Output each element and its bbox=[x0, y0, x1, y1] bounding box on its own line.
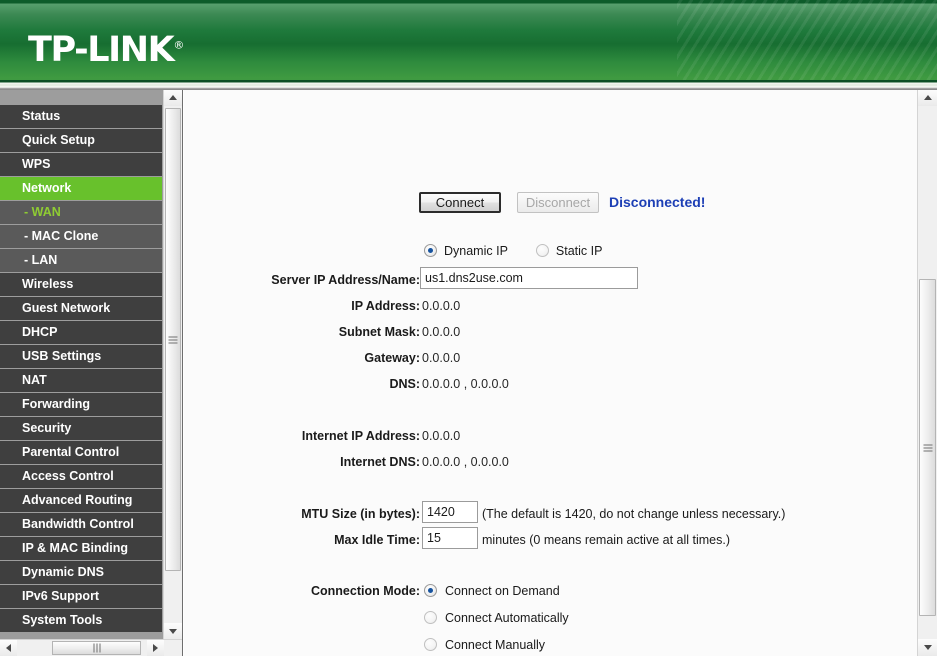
sidebar-top-spacer bbox=[0, 89, 162, 105]
content-vertical-scrollbar[interactable] bbox=[917, 89, 937, 656]
sidebar-item-wan[interactable]: - WAN bbox=[0, 201, 162, 225]
radio-connect-on-demand[interactable] bbox=[424, 584, 437, 597]
sidebar-scroll-up-arrow-icon[interactable] bbox=[164, 89, 182, 106]
mtu-size-input[interactable] bbox=[422, 501, 478, 523]
ip-address-value: 0.0.0.0 bbox=[422, 299, 461, 313]
sidebar-horizontal-scrollbar[interactable] bbox=[0, 639, 182, 656]
sidebar-item-nat[interactable]: NAT bbox=[0, 369, 162, 393]
connection-mode-option-2: Connect Manually bbox=[424, 638, 545, 652]
internet-dns-label: Internet DNS: bbox=[340, 455, 420, 469]
sidebar-item-mac-clone[interactable]: - MAC Clone bbox=[0, 225, 162, 249]
sidebar-item-lan[interactable]: - LAN bbox=[0, 249, 162, 273]
internet-ip-value: 0.0.0.0 bbox=[422, 429, 461, 443]
sidebar-scroll-down-arrow-icon[interactable] bbox=[164, 623, 182, 640]
subnet-mask-label: Subnet Mask: bbox=[338, 325, 420, 339]
radio-connect-manually-label: Connect Manually bbox=[445, 638, 546, 652]
content-scroll-grip-icon bbox=[923, 444, 932, 451]
connection-mode-option-0: Connect on Demand bbox=[424, 584, 560, 598]
sidebar-nav: Status Quick Setup WPS Network - WAN - MAC Cl… bbox=[0, 89, 183, 656]
connection-mode-label: Connection Mode: bbox=[310, 584, 420, 598]
radio-dynamic-ip-label: Dynamic IP bbox=[444, 244, 508, 258]
radio-connect-on-demand-label: Connect on Demand bbox=[445, 584, 560, 598]
internet-dns-value: 0.0.0.0 , 0.0.0.0 bbox=[422, 455, 509, 469]
disconnect-button: Disconnect bbox=[517, 192, 599, 213]
server-ip-label: Server IP Address/Name: bbox=[271, 273, 420, 287]
sidebar-menu-list: Status Quick Setup WPS Network - WAN - MAC Cl… bbox=[0, 105, 162, 633]
radio-connect-manually[interactable] bbox=[424, 638, 437, 651]
sidebar-item-status[interactable]: Status bbox=[0, 105, 162, 129]
sidebar-item-quick-setup[interactable]: Quick Setup bbox=[0, 129, 162, 153]
connection-status-text: Disconnected! bbox=[609, 194, 706, 210]
sidebar-item-advanced-routing[interactable]: Advanced Routing bbox=[0, 489, 162, 513]
max-idle-time-input[interactable] bbox=[422, 527, 478, 549]
gateway-label: Gateway: bbox=[364, 351, 420, 365]
sidebar-item-usb-settings[interactable]: USB Settings bbox=[0, 345, 162, 369]
main-content-frame: Connect Disconnect Disconnected! Dynamic… bbox=[184, 89, 937, 656]
sidebar-scroll-left-arrow-icon[interactable] bbox=[0, 640, 17, 656]
dns-label: DNS: bbox=[389, 377, 420, 391]
router-admin-page: TP-LINK® Status Quick Setup WPS Network - WA… bbox=[0, 0, 937, 656]
radio-dynamic-ip[interactable] bbox=[424, 244, 437, 257]
radio-static-ip-label: Static IP bbox=[555, 244, 603, 258]
ip-address-label: IP Address: bbox=[351, 299, 420, 313]
wan-settings-panel: Connect Disconnect Disconnected! Dynamic… bbox=[184, 89, 917, 656]
tplink-logo: TP-LINK® bbox=[28, 33, 184, 68]
internet-ip-label: Internet IP Address: bbox=[301, 429, 420, 443]
ip-type-radio-group: Dynamic IP Static IP bbox=[424, 244, 602, 258]
sidebar-item-parental-control[interactable]: Parental Control bbox=[0, 441, 162, 465]
connect-button[interactable]: Connect bbox=[419, 192, 501, 213]
header-stripe-pattern bbox=[677, 0, 937, 80]
mtu-size-hint: (The default is 1420, do not change unle… bbox=[482, 507, 786, 521]
sidebar-scroll-thumb[interactable] bbox=[165, 108, 181, 571]
sidebar-item-network[interactable]: Network bbox=[0, 177, 162, 201]
subnet-mask-value: 0.0.0.0 bbox=[422, 325, 461, 339]
connection-mode-option-1: Connect Automatically bbox=[424, 611, 569, 625]
sidebar-item-system-tools[interactable]: System Tools bbox=[0, 609, 162, 633]
sidebar-item-wps[interactable]: WPS bbox=[0, 153, 162, 177]
sidebar-hscroll-thumb[interactable] bbox=[52, 641, 141, 655]
dns-value: 0.0.0.0 , 0.0.0.0 bbox=[422, 377, 509, 391]
content-scroll-thumb[interactable] bbox=[919, 279, 936, 616]
header-divider bbox=[0, 80, 937, 89]
sidebar-item-ipv6-support[interactable]: IPv6 Support bbox=[0, 585, 162, 609]
sidebar-item-forwarding[interactable]: Forwarding bbox=[0, 393, 162, 417]
scroll-grip-icon bbox=[168, 336, 178, 343]
hscroll-grip-icon bbox=[93, 643, 100, 653]
sidebar-item-guest-network[interactable]: Guest Network bbox=[0, 297, 162, 321]
sidebar-item-ip-mac-binding[interactable]: IP & MAC Binding bbox=[0, 537, 162, 561]
radio-connect-automatically[interactable] bbox=[424, 611, 437, 624]
gateway-value: 0.0.0.0 bbox=[422, 351, 461, 365]
max-idle-time-label: Max Idle Time: bbox=[334, 533, 420, 547]
content-scroll-up-arrow-icon[interactable] bbox=[918, 89, 937, 106]
sidebar-item-dhcp[interactable]: DHCP bbox=[0, 321, 162, 345]
radio-static-ip[interactable] bbox=[535, 244, 549, 257]
radio-connect-automatically-label: Connect Automatically bbox=[445, 611, 569, 625]
sidebar-vertical-scrollbar[interactable] bbox=[163, 89, 182, 640]
registered-trademark-icon: ® bbox=[173, 38, 185, 52]
brand-text: TP-LINK bbox=[28, 30, 175, 70]
sidebar-item-access-control[interactable]: Access Control bbox=[0, 465, 162, 489]
sidebar-item-bandwidth-control[interactable]: Bandwidth Control bbox=[0, 513, 162, 537]
sidebar-item-wireless[interactable]: Wireless bbox=[0, 273, 162, 297]
sidebar-item-dynamic-dns[interactable]: Dynamic DNS bbox=[0, 561, 162, 585]
sidebar-item-security[interactable]: Security bbox=[0, 417, 162, 441]
sidebar-scroll-right-arrow-icon[interactable] bbox=[147, 640, 164, 656]
page-header: TP-LINK® bbox=[0, 0, 937, 80]
max-idle-time-hint: minutes (0 means remain active at all ti… bbox=[482, 533, 731, 547]
mtu-size-label: MTU Size (in bytes): bbox=[301, 507, 420, 521]
content-scroll-down-arrow-icon[interactable] bbox=[918, 639, 937, 656]
server-ip-input[interactable] bbox=[420, 267, 638, 289]
